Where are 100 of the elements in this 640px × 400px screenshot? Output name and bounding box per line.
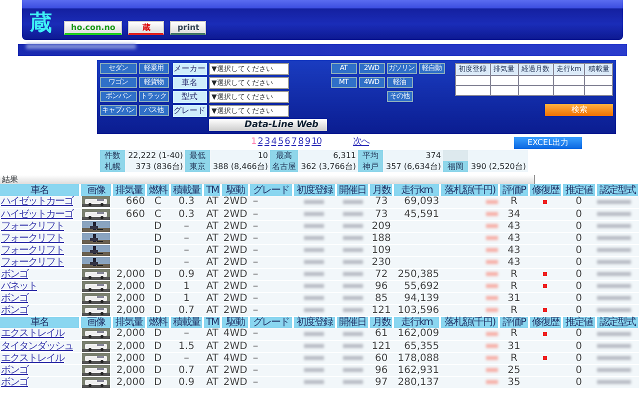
- range-dropdown[interactable]: [455, 75, 490, 85]
- table-cell: 97: [369, 376, 394, 388]
- column-header: 燃料: [146, 184, 170, 196]
- table-cell: 0: [562, 340, 596, 352]
- blurred-text: [342, 236, 363, 240]
- stat-label: 最高: [270, 150, 298, 161]
- table-cell: 65,355: [393, 340, 440, 352]
- next-link[interactable]: 次へ: [352, 136, 370, 150]
- table-cell: 0: [562, 292, 596, 304]
- table-cell: AT: [203, 220, 222, 232]
- table-cell: 2WD: [221, 256, 250, 268]
- blurred-text: [304, 380, 324, 384]
- table-cell: 0: [562, 232, 596, 244]
- blurred-text: [304, 212, 324, 216]
- data-line-banner: Data-Line Web: [208, 119, 326, 131]
- blurred-text: [596, 200, 631, 204]
- blurred-text: [304, 260, 324, 264]
- column-header: 修復歴: [528, 184, 562, 196]
- page-link[interactable]: 6: [284, 136, 290, 150]
- blurred-text: [304, 224, 324, 228]
- table-cell: 43: [499, 232, 529, 244]
- column-header: 車名: [0, 184, 80, 196]
- table-cell: 73: [369, 196, 394, 208]
- table-cell: AT: [203, 376, 222, 388]
- table-cell: 96: [369, 280, 394, 292]
- table-cell: －: [249, 256, 293, 268]
- table-cell: －: [249, 376, 293, 388]
- blurred-text: [596, 272, 631, 276]
- blurred-text: [342, 212, 363, 216]
- table-cell: AT: [203, 196, 222, 208]
- range-dropdown[interactable]: [455, 85, 490, 95]
- table-cell: 2WD: [221, 208, 250, 220]
- table-cell: －: [249, 208, 293, 220]
- table-cell: 2WD: [221, 340, 250, 352]
- page-link[interactable]: 5: [276, 136, 284, 150]
- table-cell: －: [249, 232, 293, 244]
- table-cell: AT: [203, 268, 222, 280]
- table-cell: AT: [203, 364, 222, 376]
- page-link[interactable]: 4: [270, 136, 277, 150]
- table-cell: AT: [203, 304, 222, 316]
- table-cell: D: [146, 328, 170, 340]
- page-link[interactable]: 7: [290, 136, 298, 150]
- blurred-text: [342, 260, 363, 264]
- column-header: 走行km: [393, 184, 440, 196]
- page-link[interactable]: 3: [263, 136, 270, 150]
- table-cell: 162,931: [393, 364, 440, 376]
- table-cell: －: [249, 196, 293, 208]
- excel-button[interactable]: EXCEL出力: [514, 136, 582, 148]
- page-link[interactable]: 8: [297, 136, 304, 150]
- blurred-text: [304, 272, 324, 276]
- table-cell: 31: [499, 292, 529, 304]
- blurred-text: [342, 356, 363, 360]
- table-cell: C: [146, 196, 170, 208]
- table-cell: －: [249, 340, 293, 352]
- page-link[interactable]: 10: [310, 136, 322, 150]
- table-cell: 2WD: [221, 364, 250, 376]
- header-button[interactable]: print: [170, 21, 206, 35]
- table-cell: －: [249, 352, 293, 364]
- table-cell: －: [249, 364, 293, 376]
- table-cell: 2,000: [112, 280, 146, 292]
- column-header: グレード: [249, 316, 293, 328]
- table-cell: 2,000: [112, 376, 146, 388]
- field-label: グレード: [172, 105, 206, 117]
- page-link[interactable]: 2: [256, 136, 264, 150]
- table-cell: －: [249, 268, 293, 280]
- table-cell: 121: [369, 304, 394, 316]
- blurred-text: [342, 272, 363, 276]
- column-header: 落札額(千円): [440, 316, 500, 328]
- column-header: 評価P: [499, 184, 529, 196]
- table-cell: 0: [562, 268, 596, 280]
- blurred-text: [342, 224, 363, 228]
- stat-value: 357 (6,634台): [383, 161, 443, 172]
- table-cell: AT: [203, 208, 222, 220]
- blurred-text: [596, 248, 631, 252]
- column-header: TM: [203, 184, 222, 196]
- table-cell: 4WD: [221, 352, 250, 364]
- table-cell: R: [499, 196, 529, 208]
- blurred-text: [342, 368, 363, 372]
- table-cell: AT: [203, 244, 222, 256]
- table-cell: 0: [562, 208, 596, 220]
- field-label: 型式: [172, 91, 206, 103]
- column-header: 推定値: [562, 184, 596, 196]
- blurred-text: [486, 296, 498, 300]
- blurred-text: [342, 344, 363, 348]
- column-header: 初度登録: [292, 184, 336, 196]
- blurred-text: [596, 284, 631, 288]
- table-cell: AT: [203, 352, 222, 364]
- blurred-text: [596, 308, 631, 312]
- table-cell: 209: [369, 220, 394, 232]
- blurred-text: [304, 368, 324, 372]
- table-cell: 2,000: [112, 328, 146, 340]
- blurred-text: [342, 296, 363, 300]
- table-cell: R: [499, 268, 529, 280]
- blurred-text: [304, 200, 324, 204]
- table-cell: 109: [369, 244, 394, 256]
- stat-label: 平均: [358, 150, 383, 161]
- table-cell: 0: [562, 244, 596, 256]
- table-cell: 61: [369, 328, 394, 340]
- page-link[interactable]: 9: [304, 136, 311, 150]
- header-button[interactable]: 蔵: [128, 21, 164, 35]
